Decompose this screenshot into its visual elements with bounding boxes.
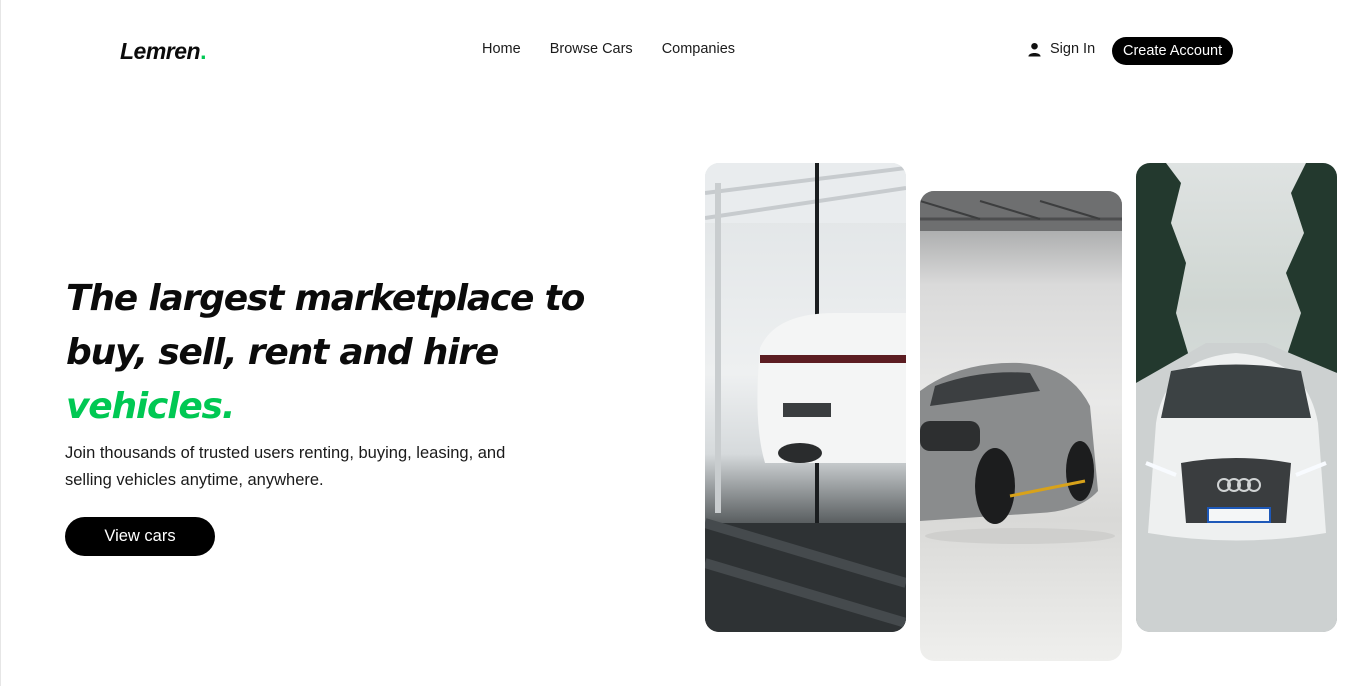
hero-title: The largest marketplace to buy, sell, re… xyxy=(66,272,626,434)
nav-home[interactable]: Home xyxy=(482,41,521,57)
car-image-suv-snow xyxy=(1136,163,1337,632)
hero-subtitle-line-1: Join thousands of trusted users renting,… xyxy=(65,444,506,462)
brand-logo[interactable]: Lemren. xyxy=(120,38,206,65)
car-image-sports-studio xyxy=(920,191,1122,661)
hero-title-accent: vehicles. xyxy=(66,386,235,427)
sign-in-label: Sign In xyxy=(1050,41,1096,57)
user-icon xyxy=(1027,42,1042,57)
sign-in-link[interactable]: Sign In xyxy=(1027,41,1095,57)
view-cars-button[interactable]: View cars xyxy=(65,517,215,556)
hero-title-line-1: The largest marketplace to xyxy=(66,278,585,319)
car-image-garage xyxy=(705,163,906,632)
brand-dot: . xyxy=(200,38,206,64)
create-account-button[interactable]: Create Account xyxy=(1112,37,1234,65)
nav-browse-cars[interactable]: Browse Cars xyxy=(550,41,633,57)
main-nav: Home Browse Cars Companies xyxy=(482,41,735,57)
brand-name: Lemren xyxy=(120,38,201,64)
page-edge xyxy=(0,0,1,686)
hero-subtitle: Join thousands of trusted users renting,… xyxy=(65,440,585,494)
hero-subtitle-line-2: selling vehicles anytime, anywhere. xyxy=(65,471,324,489)
hero-title-line-2: buy, sell, rent and hire xyxy=(66,332,499,373)
nav-companies[interactable]: Companies xyxy=(662,41,735,57)
